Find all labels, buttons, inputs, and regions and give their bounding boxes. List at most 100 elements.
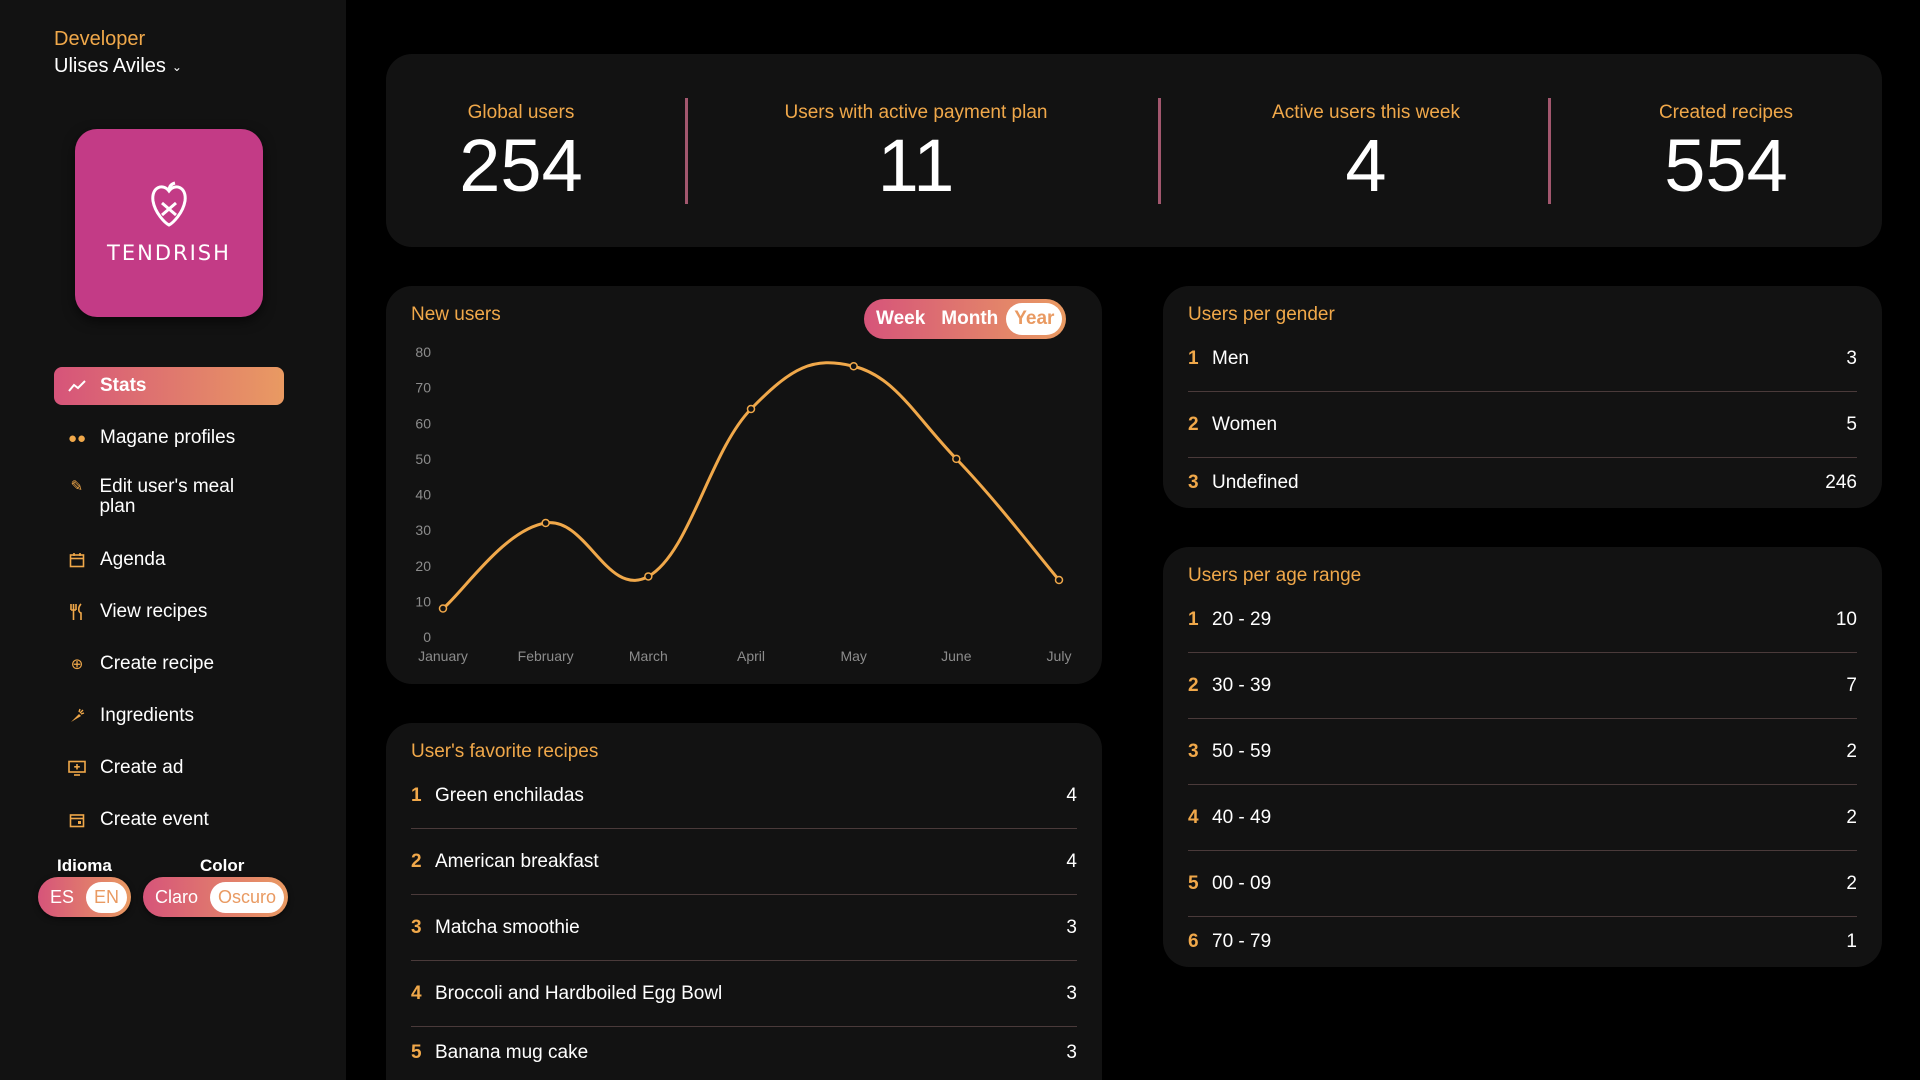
x-tick-label: February — [518, 648, 574, 664]
sidebar-item-create-recipe[interactable]: ⊕ Create recipe — [54, 645, 284, 683]
list-item-label: 40 - 49 — [1212, 806, 1272, 828]
list-item-index: 2 — [1188, 674, 1199, 696]
list-item-value: 7 — [1846, 674, 1857, 696]
list-item-index: 3 — [1188, 472, 1199, 493]
y-tick-label: 10 — [415, 593, 431, 609]
new-users-series-line — [442, 361, 1061, 610]
stat-label: Global users — [467, 102, 575, 123]
new-users-line-chart: 0 10 20 30 40 50 60 70 80 January February March Apr… — [415, 344, 1071, 664]
y-tick-label: 0 — [423, 629, 431, 645]
list-item-value: 3 — [1066, 1042, 1077, 1063]
color-option-light[interactable]: Claro — [147, 882, 206, 913]
ad-screen-icon — [68, 760, 86, 776]
color-label: Color — [200, 856, 245, 875]
list-item-label: American breakfast — [435, 850, 599, 872]
y-tick-label: 60 — [415, 415, 431, 431]
x-tick-label: March — [629, 648, 668, 664]
list-item-value: 2 — [1846, 872, 1857, 894]
sidebar-item-label: Create event — [100, 809, 209, 830]
list-item-label: Green enchiladas — [435, 784, 584, 806]
stat-active-users-week: Active users this week 4 — [1246, 102, 1486, 206]
sidebar-item-stats[interactable]: Stats — [54, 367, 284, 405]
list-item-label: Women — [1212, 413, 1278, 435]
x-tick-label: May — [840, 648, 866, 664]
sidebar-item-manage-profiles[interactable]: ●● Magane profiles — [54, 419, 284, 457]
age-title: Users per age range — [1188, 565, 1362, 586]
sidebar-item-view-recipes[interactable]: View recipes — [54, 593, 284, 631]
sidebar-item-label: Magane profiles — [100, 427, 236, 448]
list-item-value: 3 — [1066, 916, 1077, 938]
language-label: Idioma — [57, 856, 112, 875]
stat-label: Created recipes — [1658, 102, 1794, 123]
list-item-index: 6 — [1188, 931, 1199, 952]
data-point — [952, 454, 961, 464]
stat-value: 554 — [1664, 124, 1788, 207]
language-option-en[interactable]: EN — [86, 881, 128, 913]
sidebar-item-agenda[interactable]: Agenda — [54, 541, 284, 579]
stats-summary-card: Global users 254 Users with active payme… — [386, 54, 1882, 247]
sidebar-item-label: Create ad — [100, 757, 184, 778]
list-item-index: 5 — [411, 1042, 422, 1063]
sidebar-item-edit-meal-plan[interactable]: ✎ Edit user's meal plan — [54, 471, 284, 527]
list-item: 3 Matcha smoothie 3 — [411, 895, 1077, 961]
stat-label: Active users this week — [1272, 102, 1460, 123]
list-item-label: 50 - 59 — [1212, 740, 1272, 762]
list-item-value: 1 — [1846, 931, 1857, 952]
color-option-dark[interactable]: Oscuro — [210, 881, 285, 913]
list-item-label: Undefined — [1212, 472, 1299, 493]
plus-circle-icon: ⊕ — [70, 656, 84, 673]
sidebar-item-create-event[interactable]: Create event — [54, 801, 284, 839]
list-item: 5 00 - 09 2 — [1188, 851, 1857, 917]
list-item-index: 1 — [411, 784, 422, 806]
list-item-value: 2 — [1846, 806, 1857, 828]
list-item-label: Broccoli and Hardboiled Egg Bowl — [435, 982, 723, 1004]
language-option-es[interactable]: ES — [42, 882, 82, 913]
sidebar-item-create-ad[interactable]: Create ad — [54, 749, 284, 787]
stat-value: 254 — [459, 124, 583, 207]
list-item-index: 3 — [1188, 740, 1199, 762]
list-item-index: 1 — [1188, 347, 1199, 369]
list-item-label: Banana mug cake — [435, 1042, 589, 1063]
user-name: Ulises Aviles — [54, 55, 166, 77]
language-toggle: ES EN — [38, 877, 132, 917]
x-tick-label: January — [418, 648, 468, 664]
sidebar-item-label: Ingredients — [100, 705, 195, 726]
chevron-down-icon: ⌄ — [171, 59, 182, 74]
list-item-index: 2 — [411, 850, 422, 872]
data-point — [438, 604, 448, 613]
fork-knife-icon — [68, 603, 86, 621]
list-item-label: 00 - 09 — [1212, 872, 1272, 894]
x-tick-label: June — [941, 648, 972, 664]
list-item-value: 3 — [1846, 347, 1857, 369]
favorite-recipes-title: User's favorite recipes — [411, 741, 599, 762]
list-item: 6 70 - 79 1 — [1188, 917, 1857, 967]
user-role: Developer — [54, 28, 146, 50]
list-item-value: 4 — [1066, 784, 1077, 806]
list-item-index: 2 — [1188, 413, 1199, 435]
sidebar-item-ingredients[interactable]: Ingredients — [54, 697, 284, 735]
list-item: 1 Men 3 — [1188, 326, 1857, 392]
list-item-label: 30 - 39 — [1212, 674, 1272, 696]
y-tick-label: 30 — [415, 522, 431, 538]
list-item: 4 Broccoli and Hardboiled Egg Bowl 3 — [411, 961, 1077, 1027]
list-item-value: 4 — [1066, 850, 1077, 872]
list-item: 5 Banana mug cake 3 — [411, 1027, 1077, 1079]
stat-active-payment-plan: Users with active payment plan 11 — [766, 102, 1066, 206]
stat-divider — [1548, 98, 1551, 204]
event-calendar-icon — [68, 812, 86, 828]
list-item: 1 Green enchiladas 4 — [411, 763, 1077, 829]
user-menu[interactable]: Ulises Aviles ⌄ — [54, 55, 182, 78]
x-tick-label: April — [737, 648, 765, 664]
stat-value: 11 — [877, 124, 955, 207]
list-item: 2 American breakfast 4 — [411, 829, 1077, 895]
users-per-gender-card: Users per gender 1 Men 3 2 Women 5 3 Und… — [1163, 286, 1882, 508]
y-tick-label: 50 — [415, 451, 431, 467]
stat-divider — [685, 98, 688, 204]
color-theme-toggle: Claro Oscuro — [143, 877, 289, 917]
data-point — [849, 362, 858, 371]
list-item-label: 20 - 29 — [1212, 608, 1272, 630]
carrot-icon — [68, 708, 86, 724]
list-item: 1 20 - 29 10 — [1188, 587, 1857, 653]
data-point — [746, 404, 756, 414]
list-item: 2 30 - 39 7 — [1188, 653, 1857, 719]
